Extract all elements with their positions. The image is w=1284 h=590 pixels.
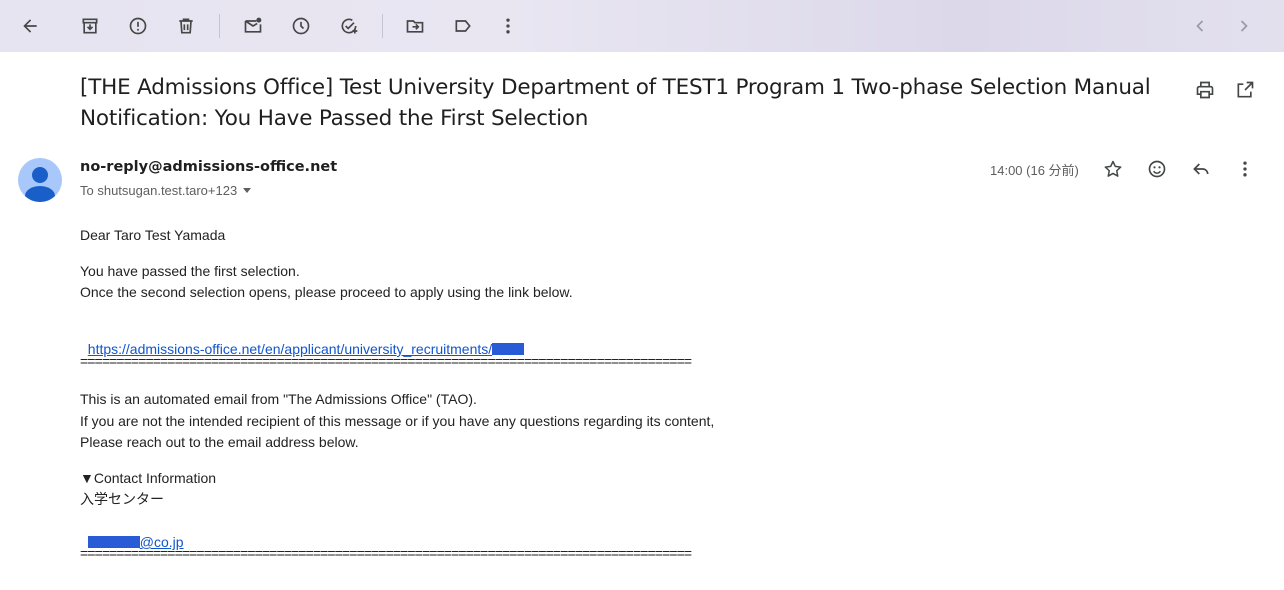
more-vert-icon[interactable]	[488, 6, 528, 46]
divider-bottom: ========================================…	[80, 545, 692, 561]
toolbar-separator	[219, 14, 220, 38]
divider-top: ========================================…	[80, 353, 692, 369]
toolbar-separator	[382, 14, 383, 38]
mark-unread-icon[interactable]	[233, 6, 273, 46]
subject-line-2: Notification: You Have Passed the First …	[80, 106, 589, 131]
reply-icon[interactable]	[1186, 154, 1216, 184]
prev-icon[interactable]	[1180, 6, 1220, 46]
add-to-tasks-icon[interactable]	[329, 6, 369, 46]
recipient-text: To shutsugan.test.taro+123	[80, 183, 238, 198]
open-in-new-window-icon[interactable]	[1230, 75, 1260, 105]
move-to-icon[interactable]	[395, 6, 435, 46]
paragraph-1-line-2: Once the second selection opens, please …	[80, 284, 573, 300]
paragraph-2-line-2: If you are not the intended recipient of…	[80, 413, 715, 429]
emoji-reaction-icon[interactable]	[1142, 154, 1172, 184]
email-subject: [THE Admissions Office] Test University …	[80, 72, 1180, 134]
paragraph-1-line-1: You have passed the first selection.	[80, 263, 300, 279]
contact-department: 入学センター	[80, 491, 164, 507]
email-time: 14:00 (16 分前)	[990, 163, 1079, 178]
archive-icon[interactable]	[70, 6, 110, 46]
recipient-line[interactable]: To shutsugan.test.taro+123	[80, 183, 252, 198]
avatar	[18, 158, 62, 202]
recipient-dropdown-icon[interactable]	[243, 188, 252, 193]
contact-heading: ▼Contact Information	[80, 470, 217, 486]
delete-icon[interactable]	[166, 6, 206, 46]
print-icon[interactable]	[1190, 75, 1220, 105]
snooze-icon[interactable]	[281, 6, 321, 46]
report-spam-icon[interactable]	[118, 6, 158, 46]
subject-line-1: [THE Admissions Office] Test University …	[80, 75, 1151, 100]
paragraph-2-line-3: Please reach out to the email address be…	[80, 434, 359, 450]
toolbar	[0, 0, 1284, 52]
greeting: Dear Taro Test Yamada	[80, 227, 226, 243]
sender-email: no-reply@admissions-office.net	[80, 159, 338, 175]
labels-icon[interactable]	[443, 6, 483, 46]
next-icon[interactable]	[1224, 6, 1264, 46]
more-vert-icon[interactable]	[1230, 154, 1260, 184]
paragraph-2-line-1: This is an automated email from "The Adm…	[80, 391, 477, 407]
back-arrow-icon[interactable]	[10, 6, 50, 46]
star-icon[interactable]	[1098, 154, 1128, 184]
